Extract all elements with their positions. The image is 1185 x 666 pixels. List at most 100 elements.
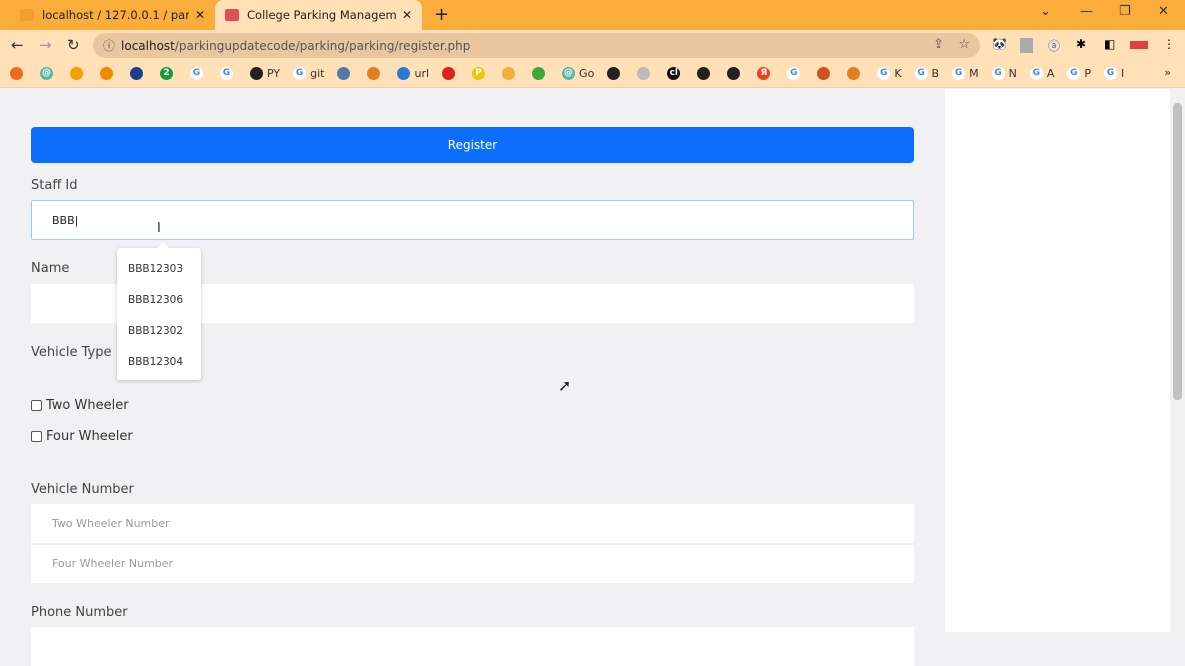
bookmark-item[interactable] (502, 67, 519, 80)
forward-button[interactable]: → (39, 36, 52, 54)
bookmark-item[interactable]: @ Go (562, 67, 594, 80)
scrollbar-thumb[interactable] (1173, 103, 1182, 400)
four-wheeler-checkbox[interactable]: Four Wheeler (31, 429, 133, 444)
reload-button[interactable]: ↻ (67, 36, 80, 54)
phpmyadmin-icon (20, 9, 34, 21)
bookmark-item[interactable] (847, 67, 864, 80)
bookmark-icon: G (293, 67, 307, 80)
suggestion-item[interactable]: BBB12306 (117, 285, 201, 316)
bookmark-item[interactable] (130, 67, 147, 80)
bookmark-item[interactable] (727, 67, 744, 80)
bookmark-item[interactable]: GB (914, 67, 940, 80)
bookmark-item[interactable] (532, 67, 549, 80)
back-button[interactable]: ← (11, 36, 24, 54)
bookmark-item[interactable] (697, 67, 714, 80)
bookmark-item[interactable] (337, 67, 354, 80)
bookmark-item[interactable] (100, 67, 117, 80)
bookmark-label: PY (267, 67, 281, 80)
right-panel (945, 89, 1170, 632)
bookmark-item[interactable] (367, 67, 384, 80)
suggestion-item[interactable]: BBB12304 (117, 347, 201, 378)
bookmark-icon: G (952, 67, 966, 80)
bookmarks-bar: @2 G G PY Ggit url P @ Go cl Я G G K G B G M G N G A G P G I» (0, 60, 1185, 88)
bookmark-icon: @ (40, 67, 53, 80)
side-panel-icon[interactable]: ◧ (1104, 37, 1115, 51)
bookmark-icon: G (914, 67, 928, 80)
bookmark-item[interactable]: P (472, 67, 489, 80)
bookmark-item[interactable] (70, 67, 87, 80)
bookmark-item[interactable] (637, 67, 654, 80)
bookmark-item[interactable]: GP (1067, 67, 1091, 80)
bookmark-item[interactable]: Я (757, 67, 774, 80)
bookmark-icon: Я (757, 67, 771, 80)
extensions-icon[interactable]: ✱ (1076, 37, 1086, 51)
menu-icon[interactable]: ⋮ (1163, 37, 1175, 51)
panda-extension-icon[interactable]: 🐼 (992, 37, 1007, 51)
two-wheeler-checkbox[interactable]: Two Wheeler (31, 398, 129, 413)
staff-id-input[interactable]: BBB| (31, 200, 914, 240)
four-wheeler-number-input[interactable]: Four Wheeler Number (31, 544, 914, 583)
bookmark-item[interactable]: url (397, 67, 429, 80)
tab-bar: localhost / 127.0.0.1 / parking | p✕ Col… (0, 0, 1185, 30)
bookmark-icon (367, 67, 381, 80)
bookmark-icon (130, 67, 143, 80)
suggestion-item[interactable]: BBB12302 (117, 316, 201, 347)
profile-extension-icon[interactable] (1020, 38, 1033, 53)
close-icon[interactable]: ✕ (402, 8, 412, 22)
two-wheeler-number-input[interactable]: Two Wheeler Number (31, 504, 914, 543)
tab-parking[interactable]: College Parking Management Sys✕ (215, 0, 422, 30)
bookmark-icon (70, 67, 83, 80)
name-label: Name (31, 261, 70, 276)
bookmark-label: P (1084, 67, 1091, 80)
bookmark-item[interactable]: PY (250, 67, 280, 80)
bookmark-icon (397, 67, 411, 80)
bookmark-item[interactable]: G (787, 67, 804, 80)
bookmark-item[interactable]: GN (991, 67, 1017, 80)
bookmark-icon (817, 67, 831, 80)
bookmark-label: N (1008, 67, 1017, 80)
bookmark-label: url (414, 67, 430, 80)
bookmark-item[interactable]: GI (1103, 67, 1124, 80)
phone-number-input[interactable] (31, 627, 914, 666)
bookmark-item[interactable]: 2 (160, 67, 177, 80)
new-tab-button[interactable]: + (434, 4, 449, 25)
close-icon[interactable]: ✕ (195, 8, 205, 22)
bookmark-item[interactable]: G (220, 67, 237, 80)
bookmark-label: M (969, 67, 979, 80)
bookmark-item[interactable]: @ (40, 67, 57, 80)
bookmark-icon (442, 67, 456, 80)
bookmark-item[interactable] (817, 67, 834, 80)
share-icon[interactable]: ⇪ (933, 37, 944, 52)
bookmark-icon (697, 67, 711, 80)
more-bookmarks-icon[interactable]: » (1164, 66, 1171, 79)
restore-button[interactable]: ❐ (1119, 4, 1131, 19)
bookmark-icon (847, 67, 861, 80)
bookmark-item[interactable] (607, 67, 624, 80)
bookmark-label: git (310, 67, 325, 80)
a-extension-icon[interactable]: ⓐ (1048, 37, 1060, 54)
text-cursor-icon: I (157, 221, 161, 236)
bookmark-item[interactable]: G (190, 67, 207, 80)
site-icon (225, 9, 239, 21)
bookmark-icon (607, 67, 621, 80)
bookmark-item[interactable] (10, 67, 27, 80)
bookmark-item[interactable]: GA (1029, 67, 1054, 80)
bookmark-item[interactable]: GM (952, 67, 979, 80)
tab-search-icon[interactable]: ⌄ (1040, 4, 1051, 19)
bookmark-item[interactable]: GK (877, 67, 902, 80)
bookmark-item[interactable]: Ggit (293, 67, 324, 80)
suggestion-item[interactable]: BBB12303 (117, 254, 201, 285)
scrollbar[interactable] (1170, 89, 1185, 632)
tab-phpmyadmin[interactable]: localhost / 127.0.0.1 / parking | p✕ (10, 0, 215, 30)
staff-id-suggestions: BBB12303 BBB12306 BBB12302 BBB12304 (117, 242, 201, 380)
bookmark-item[interactable]: cl (667, 67, 684, 80)
address-bar[interactable]: ⓘ localhost/parkingupdatecode/parking/pa… (93, 33, 980, 58)
minimize-button[interactable]: — (1080, 4, 1093, 19)
ext-badge-icon[interactable] (1130, 41, 1148, 49)
close-window-button[interactable]: ✕ (1158, 4, 1169, 19)
register-button[interactable]: Register (31, 127, 914, 163)
bookmark-label: B (931, 67, 940, 80)
star-icon[interactable]: ☆ (958, 37, 970, 52)
bookmark-icon: @ (562, 67, 576, 80)
bookmark-item[interactable] (442, 67, 459, 80)
